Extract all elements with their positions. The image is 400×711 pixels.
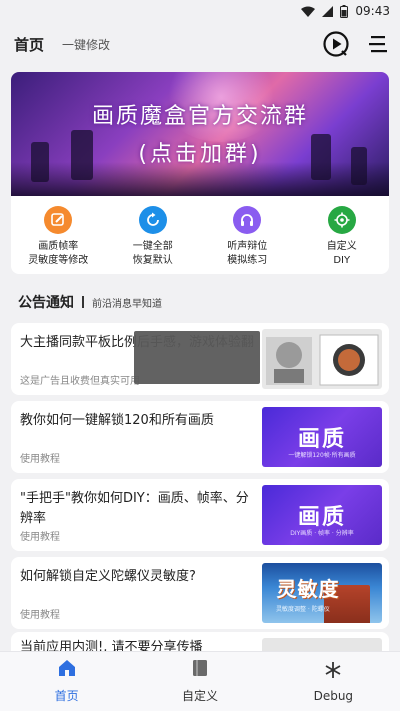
bottom-nav: 首页 自定义 Debug	[0, 651, 400, 711]
thumbnail-caption: 灵敏度调整 · 陀螺仪	[276, 606, 330, 613]
notice-title: 公告通知	[18, 295, 74, 311]
tool-label: DIY	[333, 255, 351, 266]
article-tag: 使用教程	[20, 532, 60, 543]
refresh-icon	[138, 206, 167, 234]
tool-label: 恢复默认	[132, 255, 173, 266]
header-subtitle: 一键修改	[62, 37, 111, 52]
thumbnail-caption: DIY画质 · 帧率 · 分辨率	[290, 530, 354, 537]
tool-reset-default[interactable]: 一键全部 恢复默认	[106, 196, 201, 274]
thumbnail-caption: 一键解锁120帧·所有画质	[288, 452, 356, 459]
nav-label: Debug	[313, 688, 354, 703]
tool-sound-practice[interactable]: 听声辩位 模拟练习	[200, 196, 295, 274]
article-thumbnail: 灵敏度 灵敏度调整 · 陀螺仪	[262, 563, 382, 623]
article-title: 教你如何一键解锁120和所有画质	[20, 413, 214, 428]
edit-icon	[44, 206, 73, 234]
notice-divider	[82, 296, 84, 308]
group-banner[interactable]: 画质魔盒官方交流群 (点击加群)	[11, 72, 389, 196]
banner-subtitle: (点击加群)	[138, 142, 262, 167]
tool-label: 模拟练习	[227, 255, 268, 266]
thumbnail-text: 灵敏度	[276, 576, 340, 601]
overlay-popup	[134, 331, 260, 384]
nav-label: 首页	[54, 689, 79, 703]
tool-quality-framerate[interactable]: 画质帧率灵敏度等修改	[11, 196, 106, 274]
article-tag: 使用教程	[20, 454, 60, 465]
nav-label: 自定义	[181, 689, 218, 703]
article-tag: 使用教程	[20, 610, 60, 621]
article-title: 如何解锁自定义陀螺仪灵敏度?	[20, 569, 196, 584]
signal-icon	[322, 5, 334, 17]
article-thumbnail: 画质 一键解锁120帧·所有画质	[262, 407, 382, 467]
feature-card: 画质魔盒官方交流群 (点击加群) 画质帧率灵敏度等修改 一键全部恢复默认 听声辩…	[11, 72, 389, 274]
tool-label: 灵敏度等修改	[28, 255, 89, 266]
article-item[interactable]: "手把手"教你如何DIY：画质、帧率、分辨率 使用教程 画质 DIY画质 · 帧…	[11, 479, 389, 551]
article-item[interactable]: 教你如何一键解锁120和所有画质 使用教程 画质 一键解锁120帧·所有画质	[11, 401, 389, 473]
home-icon	[58, 659, 76, 681]
tool-custom-diy[interactable]: 自定义 DIY	[295, 196, 390, 274]
nav-custom[interactable]: 自定义	[133, 652, 266, 711]
article-tag: 这是广告且收费但真实可用	[20, 376, 140, 387]
battery-icon	[340, 4, 349, 18]
play-circle-icon[interactable]	[322, 30, 350, 62]
app-header: 首页 一键修改	[0, 22, 400, 66]
notice-subtitle: 前沿消息早知道	[92, 298, 162, 310]
notice-header: 公告通知 前沿消息早知道	[18, 292, 162, 312]
tool-label: 听声辩位	[227, 241, 268, 252]
menu-icon[interactable]	[368, 34, 388, 58]
banner-title: 画质魔盒官方交流群	[91, 104, 308, 129]
tool-label: 画质帧率	[38, 241, 79, 252]
tool-row: 画质帧率灵敏度等修改 一键全部恢复默认 听声辩位模拟练习 自定义 DIY	[11, 196, 389, 274]
status-bar: 09:43	[0, 0, 400, 22]
snowflake-icon	[324, 661, 342, 683]
page-title: 首页	[14, 35, 45, 54]
nav-debug[interactable]: Debug	[267, 652, 400, 711]
thumbnail-text: 画质	[297, 505, 346, 530]
headset-icon	[233, 206, 262, 234]
article-thumbnail: 画质 DIY画质 · 帧率 · 分辨率	[262, 485, 382, 545]
article-thumbnail	[262, 329, 382, 389]
article-title: "手把手"教你如何DIY：画质、帧率、分辨率	[20, 491, 249, 526]
article-item[interactable]: 如何解锁自定义陀螺仪灵敏度? 使用教程 灵敏度 灵敏度调整 · 陀螺仪	[11, 557, 389, 629]
book-icon	[192, 659, 208, 681]
thumbnail-text: 画质	[297, 427, 346, 452]
wifi-icon	[301, 6, 316, 17]
crosshair-icon	[327, 206, 356, 234]
tool-label: 自定义	[326, 241, 357, 252]
tool-label: 一键全部	[132, 241, 173, 252]
nav-home[interactable]: 首页	[0, 652, 133, 711]
status-time: 09:43	[355, 4, 390, 18]
